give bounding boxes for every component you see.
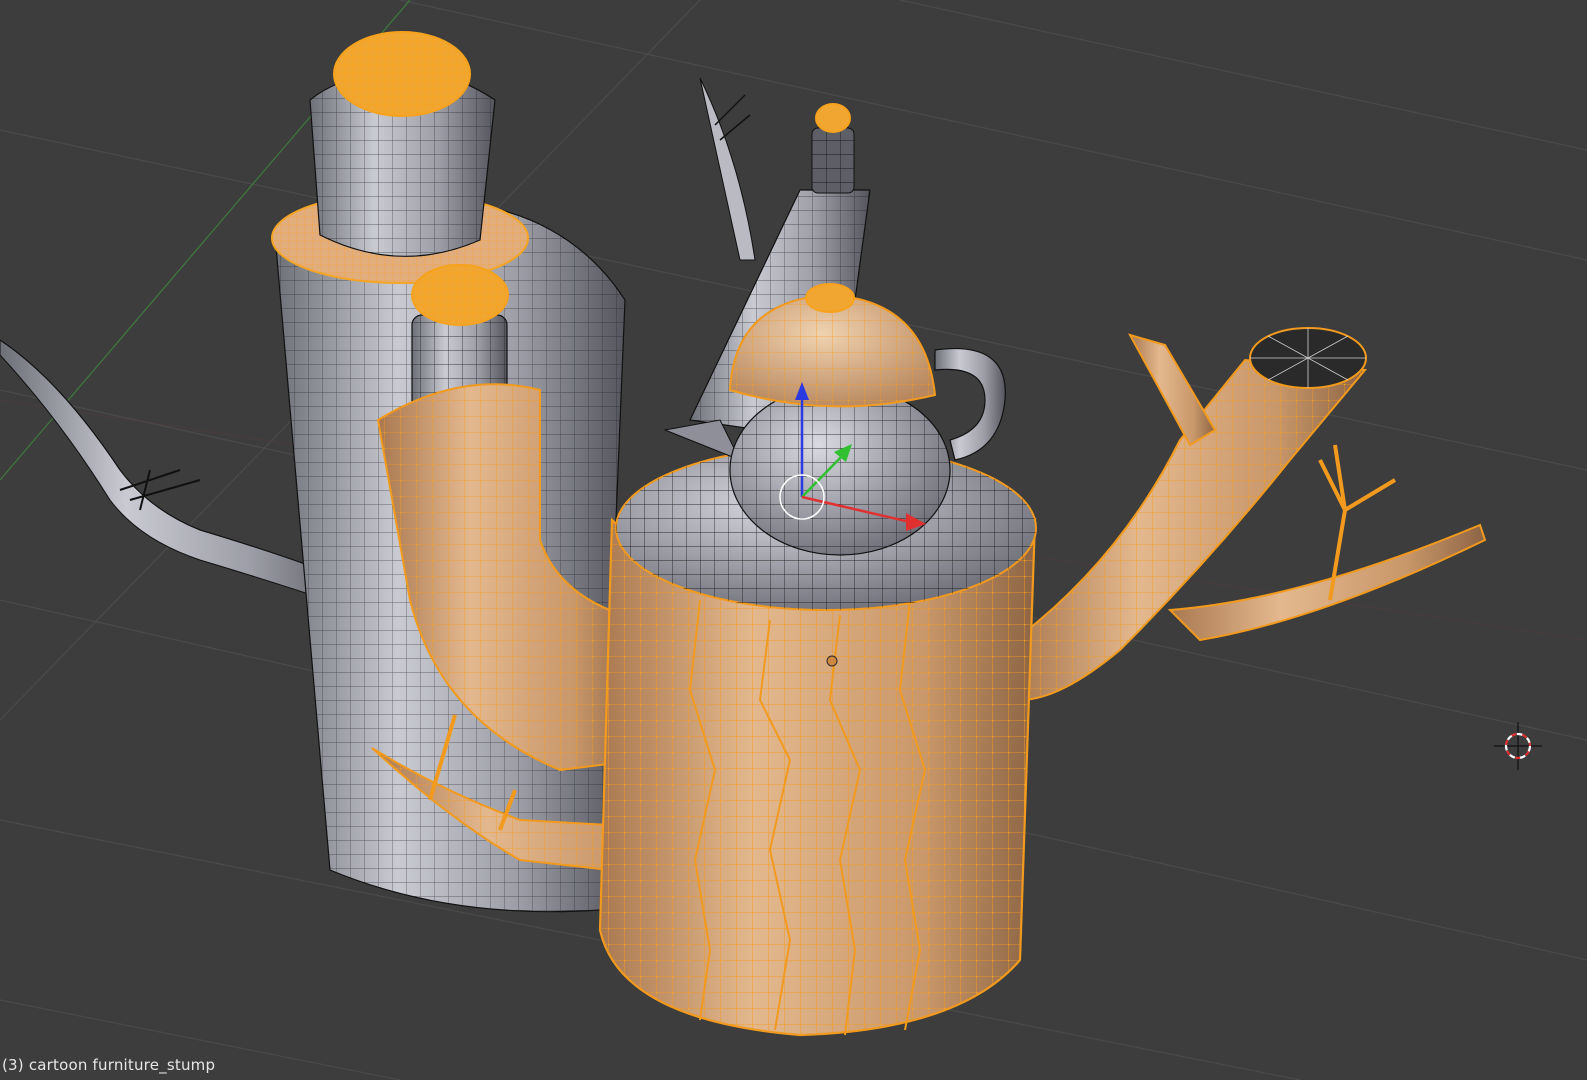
right-branch: [1013, 327, 1487, 702]
3d-viewport[interactable]: (3) cartoon furniture_stump: [0, 0, 1587, 1080]
viewport-scene[interactable]: [0, 0, 1587, 1080]
active-object-label: (3) cartoon furniture_stump: [2, 1056, 216, 1074]
top-thin-branch: [699, 77, 756, 261]
box-bottle: [309, 31, 496, 257]
3d-cursor-icon[interactable]: [1494, 722, 1542, 770]
